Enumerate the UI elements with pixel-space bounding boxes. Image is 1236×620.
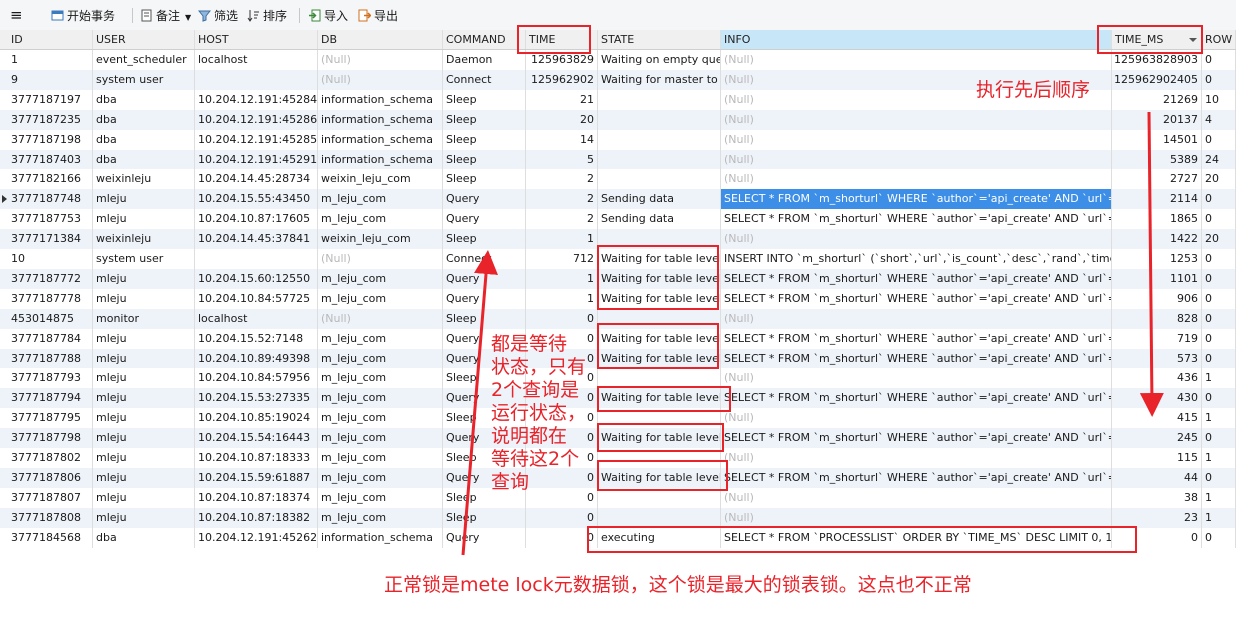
wait-state-note: 都是等待 状态，只有 2个查询是 运行状态， 说明都在 等待这2个 查询: [491, 333, 586, 494]
wait-note-line: 运行状态，: [491, 402, 587, 424]
up-arrow: [461, 250, 498, 556]
wait-note-line: 状态，只有: [491, 356, 587, 378]
execution-order-note: 执行先后顺序: [976, 79, 1091, 101]
wait-note-line: 等待这2个: [491, 448, 580, 470]
metadata-lock-note: 正常锁是mete lock元数据锁，这个锁是最大的锁表锁。这点也不正常: [384, 574, 972, 596]
wait-note-line: 说明都在: [491, 425, 568, 447]
wait-note-line: 都是等待: [491, 333, 568, 355]
wait-note-line: 查询: [491, 471, 530, 493]
down-arrow: [1139, 111, 1164, 417]
wait-note-line: 2个查询是: [491, 379, 580, 401]
